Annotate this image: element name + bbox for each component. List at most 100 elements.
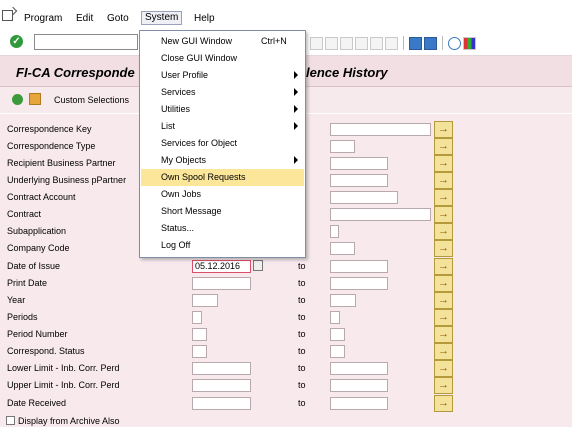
field-label: Lower Limit - Inb. Corr. Perd <box>7 363 120 373</box>
field-label: Correspond. Status <box>7 346 85 356</box>
execute-icon[interactable] <box>12 94 23 105</box>
display-archive-checkbox[interactable] <box>6 416 15 425</box>
multiple-selection-button[interactable] <box>434 309 453 326</box>
menu-item-own-spool-requests[interactable]: Own Spool Requests <box>141 169 304 186</box>
toolbar-icons <box>310 35 476 51</box>
print-date-from-input[interactable] <box>192 277 251 290</box>
year-from-input[interactable] <box>192 294 218 307</box>
menu-item-own-jobs[interactable]: Own Jobs <box>141 186 304 203</box>
periods-from-input[interactable] <box>192 311 202 324</box>
find-next-icon[interactable] <box>325 36 338 50</box>
lower-limit-from-input[interactable] <box>192 362 251 375</box>
sap-logo-icon[interactable] <box>2 10 13 21</box>
menu-item-utilities[interactable]: Utilities <box>141 101 304 118</box>
date-of-issue-value: 05.12.2016 <box>195 261 241 271</box>
menu-system[interactable]: System <box>141 11 183 25</box>
menu-item-label: Utilities <box>161 104 191 114</box>
toolbar-separator <box>403 36 404 50</box>
menu-item-list[interactable]: List <box>141 118 304 135</box>
multiple-selection-button[interactable] <box>434 395 453 412</box>
shortcut-icon[interactable] <box>424 36 437 50</box>
multiple-selection-button[interactable] <box>434 258 453 275</box>
custom-selections-button[interactable]: Custom Selections <box>54 95 129 105</box>
help-icon[interactable] <box>448 36 461 50</box>
menu-item-log-off[interactable]: Log Off <box>141 237 304 254</box>
multiple-selection-button[interactable] <box>434 292 453 309</box>
menu-goto[interactable]: Goto <box>107 13 129 25</box>
period-number-from-input[interactable] <box>192 328 207 341</box>
date-of-issue-to-input[interactable] <box>330 260 388 273</box>
next-page-icon[interactable] <box>370 36 383 50</box>
multiple-selection-button[interactable] <box>434 121 453 138</box>
date-of-issue-from-input[interactable]: 05.12.2016 <box>192 260 251 273</box>
menu-item-status[interactable]: Status... <box>141 220 304 237</box>
correspondence-key-to-input[interactable] <box>330 123 431 136</box>
create-session-icon[interactable] <box>409 36 422 50</box>
field-label: Company Code <box>7 243 70 253</box>
submenu-arrow-icon <box>294 122 298 130</box>
find-icon[interactable] <box>310 36 323 50</box>
last-page-icon[interactable] <box>385 36 398 50</box>
upper-limit-from-input[interactable] <box>192 379 251 392</box>
correspond-status-from-input[interactable] <box>192 345 207 358</box>
menu-item-services[interactable]: Services <box>141 84 304 101</box>
correspond-status-to-input[interactable] <box>330 345 345 358</box>
menu-item-label: My Objects <box>161 155 207 165</box>
recipient-bp-to-input[interactable] <box>330 157 388 170</box>
to-label: to <box>298 346 306 356</box>
underlying-bp-to-input[interactable] <box>330 174 388 187</box>
field-label: Contract Account <box>7 192 76 202</box>
correspondence-type-to-input[interactable] <box>330 140 355 153</box>
upper-limit-to-input[interactable] <box>330 379 388 392</box>
multiple-selection-button[interactable] <box>434 240 453 257</box>
multiple-selection-button[interactable] <box>434 172 453 189</box>
row-year: Year to <box>0 292 572 309</box>
print-date-to-input[interactable] <box>330 277 388 290</box>
multiple-selection-button[interactable] <box>434 155 453 172</box>
toolbar-separator <box>442 36 443 50</box>
layout-menu-icon[interactable] <box>463 36 476 50</box>
menu-item-services-for-object[interactable]: Services for Object <box>141 135 304 152</box>
menu-bar: Program Edit Goto System Help <box>0 0 572 30</box>
period-number-to-input[interactable] <box>330 328 345 341</box>
menu-program[interactable]: Program <box>24 13 62 25</box>
menu-item-close-gui-window[interactable]: Close GUI Window <box>141 50 304 67</box>
multiple-selection-button[interactable] <box>434 206 453 223</box>
date-received-from-input[interactable] <box>192 397 251 410</box>
multiple-selection-button[interactable] <box>434 377 453 394</box>
to-label: to <box>298 295 306 305</box>
multiple-selection-button[interactable] <box>434 138 453 155</box>
menu-item-short-message[interactable]: Short Message <box>141 203 304 220</box>
multiple-selection-button[interactable] <box>434 189 453 206</box>
date-received-to-input[interactable] <box>330 397 388 410</box>
previous-page-icon[interactable] <box>355 36 368 50</box>
multiple-selection-button[interactable] <box>434 326 453 343</box>
menu-item-label: Own Spool Requests <box>161 172 246 182</box>
page-title-rest: lence History <box>306 65 388 80</box>
to-label: to <box>298 261 306 271</box>
command-field[interactable] <box>34 34 138 50</box>
submenu-arrow-icon <box>294 156 298 164</box>
multiple-selection-button[interactable] <box>434 343 453 360</box>
to-label: to <box>298 380 306 390</box>
menu-edit[interactable]: Edit <box>76 13 93 25</box>
menu-item-new-gui-window[interactable]: New GUI Window Ctrl+N <box>141 33 304 50</box>
variants-icon[interactable] <box>29 93 41 105</box>
first-page-icon[interactable] <box>340 36 353 50</box>
periods-to-input[interactable] <box>330 311 340 324</box>
menu-help[interactable]: Help <box>194 13 215 25</box>
menu-item-user-profile[interactable]: User Profile <box>141 67 304 84</box>
contract-account-to-input[interactable] <box>330 191 398 204</box>
contract-to-input[interactable] <box>330 208 431 221</box>
subapplication-to-input[interactable] <box>330 225 339 238</box>
company-code-to-input[interactable] <box>330 242 355 255</box>
lower-limit-to-input[interactable] <box>330 362 388 375</box>
multiple-selection-button[interactable] <box>434 223 453 240</box>
multiple-selection-button[interactable] <box>434 275 453 292</box>
field-label: Upper Limit - Inb. Corr. Perd <box>7 380 120 390</box>
calendar-icon[interactable] <box>253 260 263 271</box>
year-to-input[interactable] <box>330 294 356 307</box>
menu-item-my-objects[interactable]: My Objects <box>141 152 304 169</box>
multiple-selection-button[interactable] <box>434 360 453 377</box>
enter-check-icon[interactable]: ✓ <box>10 35 23 48</box>
